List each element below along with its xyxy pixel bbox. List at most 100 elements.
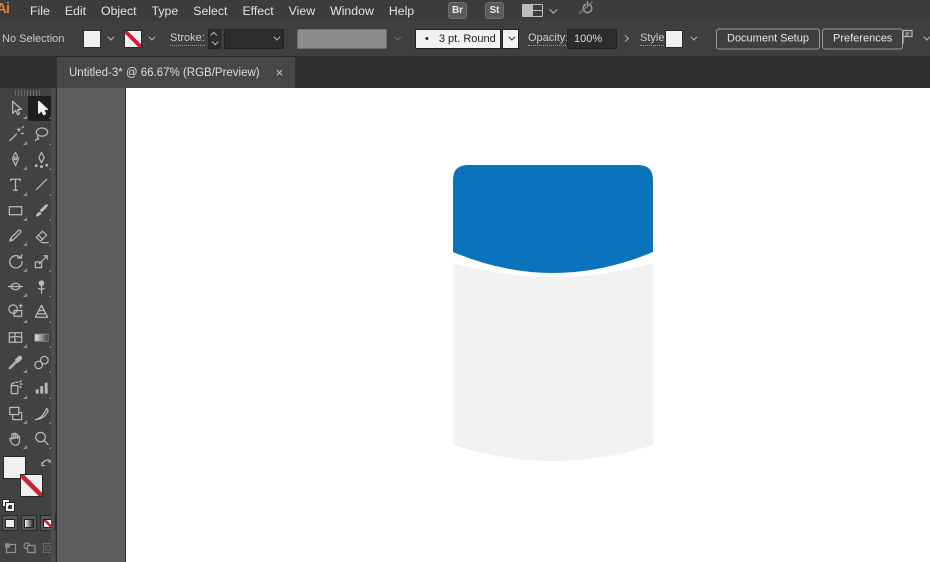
stepper-up-icon[interactable]	[210, 31, 218, 39]
pasteboard	[57, 88, 126, 562]
chevron-down-icon[interactable]	[549, 4, 558, 14]
zoom-tool[interactable]	[28, 426, 54, 451]
scale-tool[interactable]	[28, 248, 54, 273]
document-setup-button[interactable]: Document Setup	[716, 28, 820, 49]
default-fill-stroke-icon[interactable]	[2, 499, 15, 513]
gpu-performance-icon[interactable]	[577, 0, 596, 22]
gradient-icon	[33, 333, 49, 342]
stroke-color-swatch[interactable]	[124, 29, 142, 48]
scale-icon	[34, 254, 48, 268]
shape-builder-tool[interactable]	[2, 299, 28, 324]
opacity-arrow-right-icon[interactable]	[618, 30, 632, 48]
width-tool[interactable]	[2, 274, 28, 299]
style-label[interactable]: Style:	[640, 32, 668, 46]
document-tab[interactable]: Untitled-3* @ 66.67% (RGB/Preview) ×	[57, 57, 296, 88]
type-tool[interactable]	[2, 172, 28, 197]
gradient-button[interactable]	[21, 515, 37, 532]
draw-normal-icon[interactable]	[2, 540, 17, 556]
brush-chevron-down-icon[interactable]	[502, 28, 519, 49]
menu-window[interactable]: Window	[330, 4, 374, 18]
brush-definition-field[interactable]: • 3 pt. Round	[415, 28, 501, 49]
curvature-pen-icon	[34, 151, 48, 169]
jar-cap-shape[interactable]	[453, 165, 653, 273]
menu-object[interactable]: Object	[101, 4, 137, 18]
arrange-documents-icon[interactable]	[522, 4, 543, 17]
stroke-chevron-down-icon[interactable]	[143, 30, 157, 48]
stepper-down-icon[interactable]	[211, 38, 219, 46]
jar-body-shape[interactable]	[453, 263, 653, 461]
menu-help[interactable]: Help	[389, 4, 414, 18]
rectangle-icon	[8, 205, 22, 216]
tools-grid	[0, 96, 56, 451]
workspace-chevron-down-icon[interactable]	[918, 30, 930, 48]
curvature-tool[interactable]	[28, 147, 54, 172]
fill-chevron-down-icon[interactable]	[102, 30, 116, 48]
symbol-sprayer-tool[interactable]	[2, 375, 28, 400]
control-bar: No Selection Stroke: • 3 pt. Round Opaci…	[0, 21, 930, 57]
artboard-canvas[interactable]	[126, 88, 930, 562]
paintbrush-tool[interactable]	[28, 198, 54, 223]
eraser-tool[interactable]	[28, 223, 54, 248]
pushpin-icon	[37, 280, 45, 294]
hand-tool[interactable]	[2, 426, 28, 451]
mesh-icon	[8, 331, 22, 343]
puppet-warp-tool[interactable]	[28, 274, 54, 299]
selection-tool[interactable]	[2, 96, 28, 121]
rectangle-tool[interactable]	[2, 198, 28, 223]
draw-behind-icon[interactable]	[21, 540, 36, 556]
direct-selection-tool[interactable]	[28, 96, 54, 122]
workspace-icon[interactable]	[899, 27, 917, 50]
menu-file[interactable]: File	[30, 4, 50, 18]
mesh-tool[interactable]	[2, 325, 28, 350]
slice-tool[interactable]	[28, 401, 54, 426]
preferences-button[interactable]: Preferences	[822, 28, 904, 49]
app-logo: Ai	[0, 0, 10, 17]
blend-tool[interactable]	[28, 350, 54, 375]
stroke-weight-label[interactable]: Stroke:	[170, 32, 205, 46]
magic-wand-tool[interactable]	[2, 121, 28, 146]
tab-close-icon[interactable]: ×	[276, 66, 284, 79]
perspective-grid-tool[interactable]	[28, 299, 54, 324]
fill-color-swatch[interactable]	[83, 29, 101, 48]
hand-icon	[8, 432, 20, 447]
line-segment-tool[interactable]	[28, 172, 54, 197]
lasso-icon	[34, 127, 48, 141]
workspace	[0, 88, 930, 562]
type-T-icon	[9, 179, 21, 192]
none-button[interactable]	[40, 515, 56, 532]
bar-chart-icon	[35, 383, 48, 395]
opacity-field[interactable]: 100%	[567, 28, 617, 49]
style-swatch[interactable]	[665, 29, 683, 48]
menu-bar-right: Br St	[448, 0, 596, 21]
pen-tool[interactable]	[2, 147, 28, 172]
gradient-tool[interactable]	[28, 325, 54, 350]
menu-edit[interactable]: Edit	[65, 4, 86, 18]
column-graph-tool[interactable]	[28, 375, 54, 400]
menu-type[interactable]: Type	[152, 4, 179, 18]
draw-inside-icon[interactable]	[41, 540, 56, 556]
stroke-weight-dropdown[interactable]	[224, 28, 284, 49]
stock-button[interactable]: St	[485, 2, 504, 19]
style-chevron-down-icon[interactable]	[685, 30, 699, 48]
artboard-tool[interactable]	[2, 401, 28, 426]
lasso-tool[interactable]	[28, 121, 54, 146]
arrow-hollow-icon	[11, 100, 22, 116]
eraser-icon	[35, 230, 49, 244]
pen-nib-icon	[11, 151, 19, 167]
chevron-down-icon[interactable]	[273, 33, 281, 41]
rotate-tool[interactable]	[2, 248, 28, 273]
stroke-weight-stepper[interactable]	[208, 28, 221, 49]
bridge-button[interactable]: Br	[448, 2, 467, 19]
brush-bullet: •	[425, 32, 429, 45]
swap-fill-stroke-icon[interactable]	[40, 455, 54, 473]
menu-effect[interactable]: Effect	[242, 4, 273, 18]
menu-select[interactable]: Select	[193, 4, 227, 18]
color-button[interactable]	[2, 515, 18, 532]
document-tab-bar: Untitled-3* @ 66.67% (RGB/Preview) ×	[0, 57, 930, 88]
tools-panel	[0, 88, 57, 562]
pencil-tool[interactable]	[2, 223, 28, 248]
stroke-swatch[interactable]	[20, 474, 43, 498]
opacity-label[interactable]: Opacity:	[528, 32, 569, 46]
menu-view[interactable]: View	[289, 4, 315, 18]
eyedropper-tool[interactable]	[2, 350, 28, 375]
